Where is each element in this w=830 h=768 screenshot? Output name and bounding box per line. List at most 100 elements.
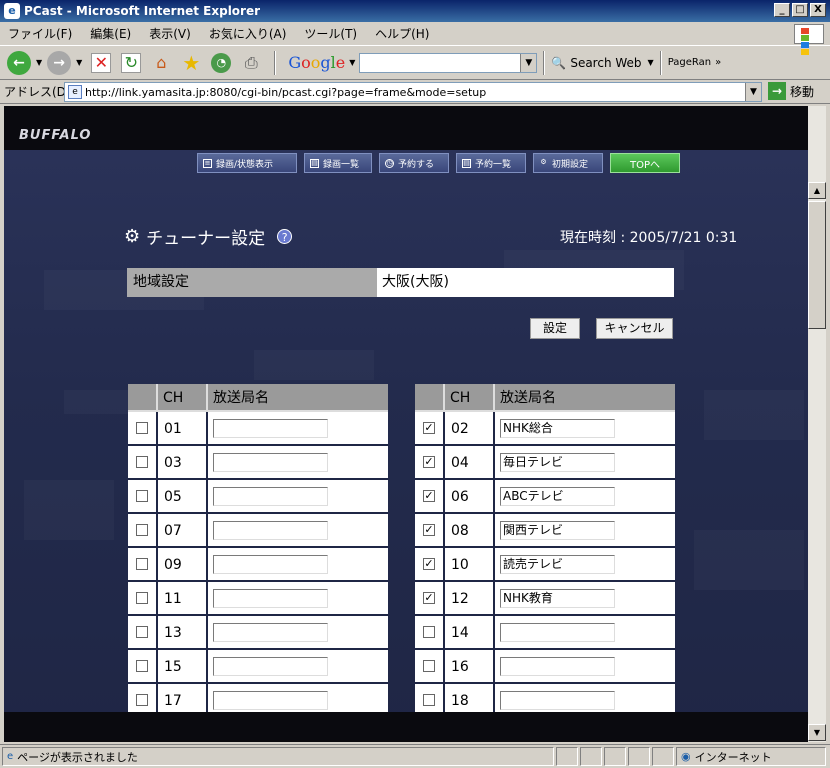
station-name-input[interactable] [213, 418, 328, 438]
channel-checkbox[interactable]: ✓ [423, 592, 435, 604]
station-cell [208, 412, 388, 444]
channel-table-right: CH 放送局名 ✓ 02 NHK総合 ✓ 04 毎日テレビ ✓ 06 ABCテレビ ✓ 08 関西テレ… [415, 384, 675, 742]
channel-number: 10 [445, 548, 495, 580]
menu-view[interactable]: 表示(V) [149, 25, 191, 42]
scroll-up-icon[interactable]: ▲ [808, 182, 826, 199]
search-web-dropdown-icon[interactable]: ▼ [648, 58, 654, 67]
station-name-input[interactable] [213, 690, 328, 710]
refresh-button[interactable]: ↻ [118, 50, 144, 76]
google-search-dropdown-icon[interactable]: ▼ [520, 53, 537, 72]
channel-checkbox[interactable]: ✓ [423, 524, 435, 536]
channel-checkbox[interactable] [136, 524, 148, 536]
channel-checkbox[interactable] [136, 558, 148, 570]
channel-checkbox[interactable] [136, 626, 148, 638]
table-row: ✓ 12 NHK教育 [415, 582, 675, 616]
maximize-button[interactable]: □ [792, 3, 808, 17]
station-name-input[interactable]: 毎日テレビ [500, 452, 615, 472]
channel-checkbox[interactable] [136, 422, 148, 434]
nav-reserve[interactable]: ◷ 予約する [379, 153, 449, 173]
station-name-input[interactable] [213, 588, 328, 608]
station-name-input[interactable] [213, 452, 328, 472]
home-button[interactable]: ⌂ [148, 50, 174, 76]
address-url: http://link.yamasita.jp:8080/cgi-bin/pca… [85, 85, 487, 99]
menu-favorites[interactable]: お気に入り(A) [209, 25, 287, 42]
stop-button[interactable]: ✕ [88, 50, 114, 76]
channel-checkbox[interactable] [423, 694, 435, 706]
scroll-thumb[interactable] [808, 201, 826, 329]
menu-bar: ファイル(F) 編集(E) 表示(V) お気に入り(A) ツール(T) ヘルプ(… [0, 22, 830, 46]
history-button[interactable]: ◔ [208, 50, 234, 76]
channel-checkbox[interactable] [136, 694, 148, 706]
station-name-input[interactable] [213, 486, 328, 506]
station-name-input[interactable]: 読売テレビ [500, 554, 615, 574]
favorites-icon: ★ [182, 50, 201, 75]
google-search-input[interactable]: ▼ [359, 52, 538, 73]
station-name-input[interactable]: ABCテレビ [500, 486, 615, 506]
station-name-input[interactable] [213, 554, 328, 574]
checkbox-cell: ✓ [415, 514, 445, 546]
channel-checkbox[interactable] [136, 592, 148, 604]
channel-checkbox[interactable] [136, 456, 148, 468]
station-name-input[interactable]: 関西テレビ [500, 520, 615, 540]
go-button[interactable]: → 移動 [768, 82, 814, 100]
gears-icon: ⚙ [124, 226, 141, 247]
google-dropdown-icon[interactable]: ▼ [349, 58, 355, 67]
address-input[interactable]: e http://link.yamasita.jp:8080/cgi-bin/p… [64, 82, 762, 102]
status-bar: e ページが表示されました ◉ インターネット [0, 744, 830, 768]
nav-initial-settings[interactable]: ⚙ 初期設定 [533, 153, 603, 173]
favorites-button[interactable]: ★ [178, 50, 204, 76]
channel-checkbox[interactable]: ✓ [423, 558, 435, 570]
page-icon: e [68, 85, 82, 99]
nav-record-list[interactable]: ▤ 録画一覧 [304, 153, 372, 173]
back-button[interactable]: ← [6, 50, 32, 76]
current-time: 現在時刻 : 2005/7/21 0:31 [560, 230, 738, 246]
cancel-button[interactable]: キャンセル [596, 318, 673, 339]
minimize-button[interactable]: _ [774, 3, 790, 17]
list-icon: ▤ [310, 158, 319, 168]
table-row: 07 [128, 514, 388, 548]
channel-checkbox[interactable] [136, 490, 148, 502]
forward-dropdown-icon[interactable]: ▼ [76, 58, 82, 67]
address-dropdown-icon[interactable]: ▼ [745, 83, 761, 101]
nav-top[interactable]: TOPへ [610, 153, 680, 173]
window-title: PCast - Microsoft Internet Explorer [24, 4, 261, 18]
station-name-input[interactable]: NHK教育 [500, 588, 615, 608]
menu-help[interactable]: ヘルプ(H) [375, 25, 429, 42]
station-name-input[interactable] [213, 622, 328, 642]
station-name-input[interactable] [213, 656, 328, 676]
google-logo[interactable]: Google [288, 53, 345, 72]
help-icon[interactable]: ? [277, 229, 293, 244]
vertical-scrollbar[interactable]: ▲ ▼ [808, 106, 826, 742]
menu-file[interactable]: ファイル(F) [8, 25, 72, 42]
checkbox-cell [128, 616, 158, 648]
menu-edit[interactable]: 編集(E) [90, 25, 131, 42]
print-button[interactable]: ⎙ [238, 50, 264, 76]
nav-record-status[interactable]: ≡ 録画/状態表示 [197, 153, 297, 173]
channel-checkbox[interactable] [423, 626, 435, 638]
zone-text: インターネット [694, 750, 772, 764]
table-row: 16 [415, 650, 675, 684]
search-web-button[interactable]: Search Web [570, 56, 641, 70]
menu-tools[interactable]: ツール(T) [304, 25, 357, 42]
page-title: ⚙ チューナー設定 ? [124, 224, 293, 249]
channel-checkbox[interactable]: ✓ [423, 490, 435, 502]
back-dropdown-icon[interactable]: ▼ [36, 58, 42, 67]
forward-button[interactable]: → [46, 50, 72, 76]
station-cell [208, 548, 388, 580]
scroll-down-icon[interactable]: ▼ [808, 724, 826, 741]
station-name-input[interactable] [500, 690, 615, 710]
channel-checkbox[interactable]: ✓ [423, 456, 435, 468]
station-name-input[interactable] [500, 656, 615, 676]
channel-checkbox[interactable]: ✓ [423, 422, 435, 434]
channel-checkbox[interactable] [423, 660, 435, 672]
nav-reserve-list[interactable]: ▤ 予約一覧 [456, 153, 526, 173]
close-button[interactable]: X [810, 3, 826, 17]
station-name-input[interactable]: NHK総合 [500, 418, 615, 438]
table-row: ✓ 06 ABCテレビ [415, 480, 675, 514]
title-bar: e PCast - Microsoft Internet Explorer _ … [0, 0, 830, 22]
toolbar-more-button[interactable]: » [715, 57, 721, 68]
station-name-input[interactable] [213, 520, 328, 540]
station-name-input[interactable] [500, 622, 615, 642]
channel-checkbox[interactable] [136, 660, 148, 672]
set-button[interactable]: 設定 [530, 318, 580, 339]
